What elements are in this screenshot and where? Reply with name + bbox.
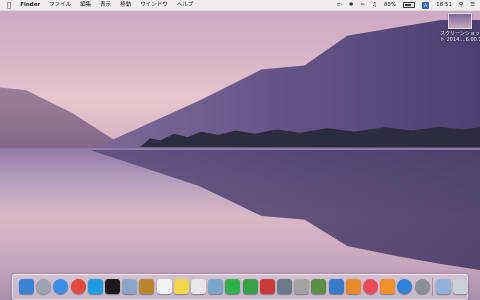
- apple-menu-icon[interactable]: : [7, 0, 11, 10]
- preview-icon[interactable]: [122, 279, 138, 294]
- battery-icon[interactable]: [403, 2, 416, 8]
- iphoto-icon[interactable]: [311, 279, 327, 294]
- bluetooth-icon[interactable]: ✱: [349, 0, 354, 10]
- notification-center-icon[interactable]: ☰: [470, 0, 475, 10]
- wifi-icon[interactable]: ≈: [360, 0, 365, 10]
- screenshot-thumbnail-icon: [448, 13, 472, 29]
- notes-icon[interactable]: [139, 279, 155, 294]
- app-store-icon[interactable]: [397, 279, 413, 294]
- menu-bar:  Finder ファイル 編集 表示 移動 ウインドウ ヘルプ ▭ ✱ ≈ ♫…: [0, 0, 480, 11]
- chrome-icon[interactable]: [70, 279, 86, 294]
- twitter-icon[interactable]: [87, 279, 103, 294]
- facetime-icon[interactable]: [242, 279, 258, 294]
- safari-icon[interactable]: [53, 279, 69, 294]
- itunes-icon[interactable]: [363, 279, 378, 294]
- volume-icon[interactable]: ♫: [372, 0, 377, 10]
- desktop-screenshot-file[interactable]: スクリーンショッ ト 2014....6.00.16: [440, 13, 480, 43]
- dock: [12, 274, 468, 300]
- terminal-icon[interactable]: [105, 279, 120, 294]
- keynote-icon[interactable]: [328, 279, 344, 294]
- desktop-file-label-line2: ト 2014....6.00.16: [440, 37, 480, 43]
- menu-file[interactable]: ファイル: [49, 0, 71, 10]
- preview-2-icon[interactable]: [208, 279, 224, 294]
- desktop-wallpaper: [0, 0, 480, 300]
- wallpaper-mountain-left: [0, 87, 130, 150]
- menu-window[interactable]: ウインドウ: [140, 0, 168, 10]
- messages-icon[interactable]: [225, 279, 241, 294]
- menu-go[interactable]: 移動: [120, 0, 131, 10]
- menu-view[interactable]: 表示: [100, 0, 111, 10]
- dock-separator: [432, 278, 433, 296]
- downloads-folder-icon[interactable]: [435, 279, 451, 294]
- calendar-icon[interactable]: [156, 279, 172, 294]
- clock[interactable]: 18:51: [436, 0, 452, 10]
- status-area: ▭ ✱ ≈ ♫ 83% A 18:51 ⚲ ☰: [330, 0, 480, 10]
- ibooks-icon[interactable]: [380, 279, 396, 294]
- text-edit-icon[interactable]: [191, 279, 206, 294]
- menu-edit[interactable]: 編集: [80, 0, 91, 10]
- stickies-icon[interactable]: [173, 279, 189, 294]
- launchpad-icon[interactable]: [36, 279, 52, 294]
- trash-icon[interactable]: [453, 279, 468, 294]
- user-badge[interactable]: A: [422, 1, 430, 9]
- spotlight-search-icon[interactable]: ⚲: [459, 0, 463, 10]
- image-capture-icon[interactable]: [277, 279, 292, 294]
- menu-app-name[interactable]: Finder: [20, 0, 40, 10]
- system-preferences-icon[interactable]: [414, 279, 430, 294]
- pages-icon[interactable]: [345, 279, 361, 294]
- menu-help[interactable]: ヘルプ: [177, 0, 194, 10]
- finder-icon[interactable]: [19, 279, 34, 294]
- photo-booth-icon[interactable]: [259, 279, 275, 294]
- battery-percentage[interactable]: 83%: [384, 0, 396, 10]
- airplay-icon[interactable]: ▭: [337, 0, 342, 10]
- font-book-icon[interactable]: [294, 279, 310, 294]
